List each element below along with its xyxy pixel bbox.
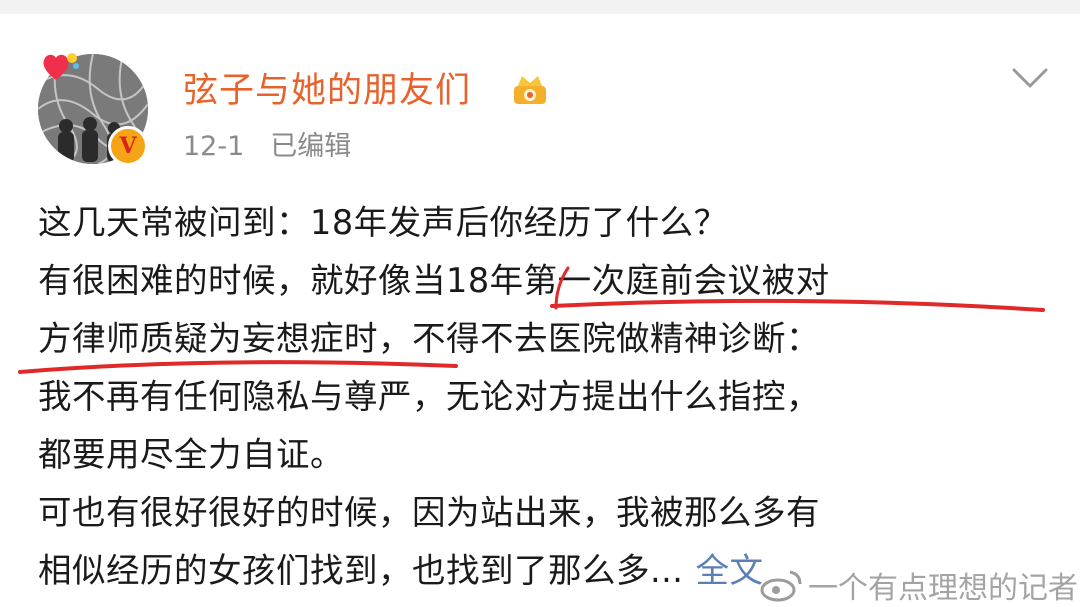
post-line: 有很困难的时候，就好像当18年第一次庭前会议被对 — [38, 252, 1058, 312]
heart-badge-icon — [43, 53, 79, 80]
post-line: 都要用尽全力自证。 — [38, 435, 344, 474]
post-line-text: 方律师质疑为妄想症时，不得不去医院做精神诊断： — [38, 319, 820, 358]
post-line-text: 有很困难的时候，就好像当18年第一次庭前会议被对 — [38, 261, 830, 300]
chevron-down-icon[interactable] — [1010, 66, 1050, 90]
post-line: 我不再有任何隐私与尊严，无论对方提出什么指控， — [38, 377, 820, 416]
post-date: 12-1 — [183, 131, 245, 162]
watermark: 一个有点理想的记者 — [760, 563, 1078, 607]
watermark-text: 一个有点理想的记者 — [808, 571, 1078, 606]
post-line-text: 相似经历的女孩们找到，也找到了那么多... — [38, 551, 684, 590]
username[interactable]: 弦子与她的朋友们 — [183, 62, 471, 113]
edited-label: 已编辑 — [270, 131, 352, 162]
crown-icon[interactable] — [512, 70, 548, 106]
verified-badge: V — [108, 126, 148, 166]
post-line: 这几天常被问到：18年发声后你经历了什么？ — [38, 203, 728, 242]
top-strip — [0, 0, 1080, 14]
post-line: 可也有很好很好的时候，因为站出来，我被那么多有 — [38, 493, 820, 532]
post-body[interactable]: 这几天常被问到：18年发声后你经历了什么？ 有很困难的时候，就好像当18年第一次… — [18, 194, 1058, 600]
post-meta: 12-1 已编辑 — [183, 124, 351, 163]
weibo-logo-icon — [760, 570, 802, 602]
full-text-link[interactable]: 全文 — [695, 551, 763, 590]
post-line: 方律师质疑为妄想症时，不得不去医院做精神诊断： — [18, 310, 1058, 374]
